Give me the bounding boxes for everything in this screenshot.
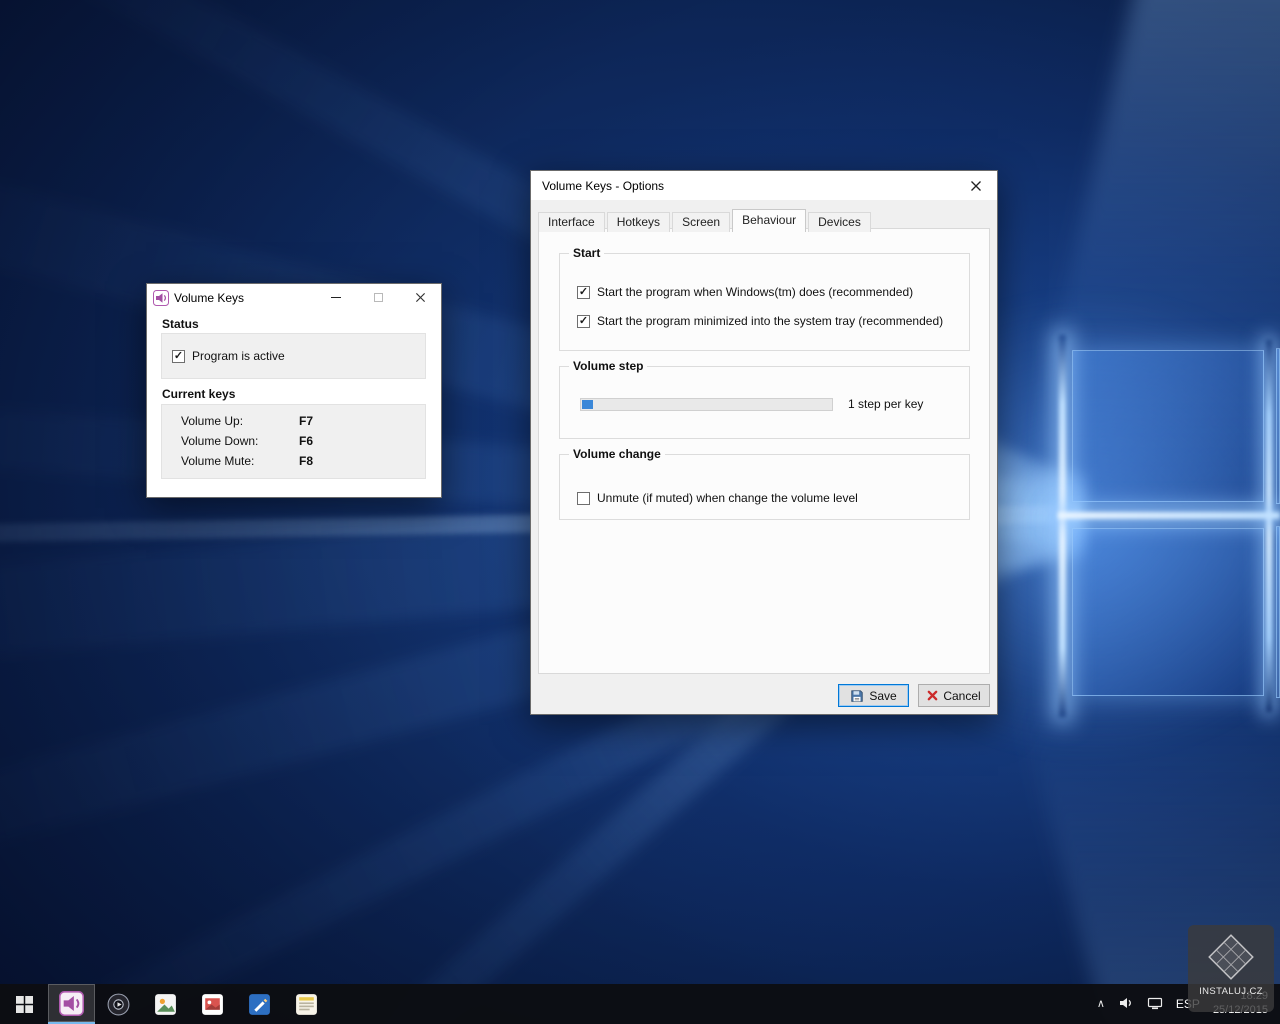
close-button[interactable]: [955, 172, 997, 199]
minimize-icon: [331, 297, 341, 298]
key-label: Volume Down:: [181, 434, 299, 448]
volume-step-group: Volume step 1 step per key: [559, 366, 970, 439]
cancel-button-label: Cancel: [943, 689, 980, 703]
program-active-checkbox[interactable]: ✓ Program is active: [172, 349, 285, 363]
key-row: Volume Mute: F8: [181, 454, 313, 468]
tab-screen[interactable]: Screen: [672, 212, 730, 232]
desktop: Volume Keys Status ✓ Program is active C…: [0, 0, 1280, 1024]
volume-keys-icon: [59, 991, 84, 1016]
checkbox-box: ✓: [172, 350, 185, 363]
behaviour-tab-page: Start ✓ Start the program when Windows(t…: [538, 228, 990, 674]
minimize-button[interactable]: [315, 284, 357, 311]
current-keys-panel: Volume Up: F7 Volume Down: F6 Volume Mut…: [161, 404, 426, 479]
slider-thumb[interactable]: [582, 400, 593, 409]
unmute-checkbox[interactable]: Unmute (if muted) when change the volume…: [577, 491, 858, 505]
notes-icon: [294, 992, 319, 1017]
key-value: F7: [299, 414, 313, 428]
taskbar: ∧ ESP 18:29 25/12/2015: [0, 984, 1280, 1024]
start-group: Start ✓ Start the program when Windows(t…: [559, 253, 970, 351]
watermark-instaluj: INSTALUJ.CZ: [1188, 925, 1274, 1012]
volume-step-slider[interactable]: [580, 398, 833, 411]
checkbox-label: Start the program minimized into the sys…: [597, 314, 943, 328]
key-label: Volume Up:: [181, 414, 299, 428]
key-row: Volume Up: F7: [181, 414, 313, 428]
dialog-title: Volume Keys - Options: [542, 179, 955, 193]
volume-change-group-title: Volume change: [569, 447, 665, 461]
start-with-windows-checkbox[interactable]: ✓ Start the program when Windows(tm) doe…: [577, 285, 913, 299]
taskbar-app-photo-app[interactable]: [189, 984, 236, 1024]
windows-logo-icon: [16, 996, 33, 1013]
close-icon: [970, 180, 982, 192]
instaluj-diamond-icon: [1202, 928, 1260, 989]
save-button-label: Save: [869, 689, 896, 703]
taskbar-app-media-player[interactable]: [95, 984, 142, 1024]
key-value: F6: [299, 434, 313, 448]
image-viewer-icon: [153, 992, 178, 1017]
maximize-button-disabled: [357, 284, 399, 311]
volume-change-group: Volume change Unmute (if muted) when cha…: [559, 454, 970, 520]
chevron-up-icon[interactable]: ∧: [1097, 997, 1105, 1010]
tray-network-icon[interactable]: [1147, 995, 1163, 1014]
start-minimized-checkbox[interactable]: ✓ Start the program minimized into the s…: [577, 314, 943, 328]
tab-devices[interactable]: Devices: [808, 212, 871, 232]
checkbox-box: ✓: [577, 286, 590, 299]
editor-icon: [247, 992, 272, 1017]
close-button[interactable]: [399, 284, 441, 311]
options-dialog: Volume Keys - Options Interface Hotkeys …: [530, 170, 998, 715]
key-label: Volume Mute:: [181, 454, 299, 468]
current-keys-group-title: Current keys: [162, 387, 235, 401]
cancel-icon: [927, 690, 938, 701]
taskbar-app-image-viewer[interactable]: [142, 984, 189, 1024]
save-icon: [850, 689, 864, 703]
maximize-icon: [374, 293, 383, 302]
titlebar[interactable]: Volume Keys: [147, 284, 441, 311]
step-value-label: 1 step per key: [848, 397, 923, 411]
start-button[interactable]: [0, 984, 48, 1024]
key-row: Volume Down: F6: [181, 434, 313, 448]
checkbox-box: ✓: [577, 315, 590, 328]
taskbar-app-editor[interactable]: [236, 984, 283, 1024]
key-value: F8: [299, 454, 313, 468]
media-player-icon: [106, 992, 131, 1017]
close-icon: [415, 292, 426, 303]
tab-hotkeys[interactable]: Hotkeys: [607, 212, 670, 232]
tray-volume-icon[interactable]: [1118, 995, 1134, 1014]
status-group-panel: ✓ Program is active: [161, 333, 426, 379]
volume-step-group-title: Volume step: [569, 359, 647, 373]
tab-strip: Interface Hotkeys Screen Behaviour Devic…: [538, 209, 873, 232]
window-title: Volume Keys: [174, 291, 315, 305]
volume-step-slider-row: 1 step per key: [580, 397, 923, 411]
checkbox-label: Start the program when Windows(tm) does …: [597, 285, 913, 299]
volume-keys-app-icon: [153, 290, 169, 306]
cancel-button[interactable]: Cancel: [918, 684, 990, 707]
photo-app-icon: [200, 992, 225, 1017]
checkbox-label: Program is active: [192, 349, 285, 363]
tab-behaviour[interactable]: Behaviour: [732, 209, 806, 232]
taskbar-app-notes[interactable]: [283, 984, 330, 1024]
volume-keys-window: Volume Keys Status ✓ Program is active C…: [146, 283, 442, 498]
save-button[interactable]: Save: [838, 684, 909, 707]
titlebar[interactable]: Volume Keys - Options: [531, 171, 997, 200]
tab-interface[interactable]: Interface: [538, 212, 605, 232]
start-group-title: Start: [569, 246, 604, 260]
checkbox-label: Unmute (if muted) when change the volume…: [597, 491, 858, 505]
checkbox-box: [577, 492, 590, 505]
watermark-text: INSTALUJ.CZ: [1199, 986, 1263, 997]
taskbar-app-volume-keys[interactable]: [48, 984, 95, 1024]
status-group-title: Status: [162, 317, 199, 331]
